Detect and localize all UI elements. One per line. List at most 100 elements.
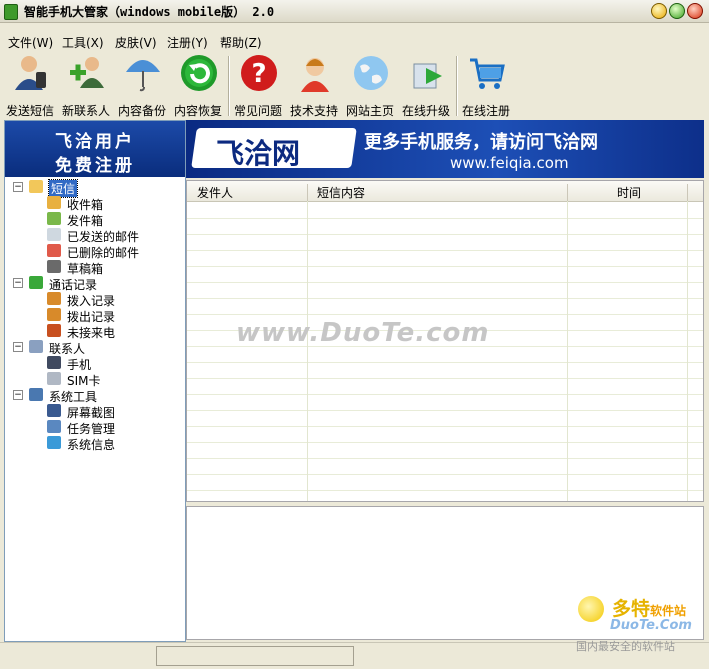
question-icon: ?: [241, 55, 277, 91]
table-row[interactable]: [187, 202, 703, 219]
umbrella-icon: [126, 60, 160, 92]
table-row[interactable]: [187, 442, 703, 459]
menu-help[interactable]: 帮助(Z): [220, 34, 262, 51]
table-row[interactable]: [187, 282, 703, 299]
screenshot-icon: [47, 404, 61, 417]
collapse-toggle[interactable]: −: [13, 278, 23, 288]
promo-line-2: 免费注册: [55, 156, 135, 176]
online-register-button[interactable]: 在线注册: [458, 52, 514, 118]
system-info-icon: [47, 436, 61, 449]
tree-node[interactable]: 系统信息: [5, 435, 185, 452]
collapse-toggle[interactable]: −: [13, 182, 23, 192]
collapse-toggle[interactable]: −: [13, 342, 23, 352]
table-row[interactable]: [187, 410, 703, 427]
tree-node[interactable]: 任务管理: [5, 419, 185, 436]
restore-icon: [181, 55, 217, 91]
banner-url: www.feiqia.com: [450, 154, 569, 172]
table-row[interactable]: [187, 346, 703, 363]
tree-node[interactable]: 屏幕截图: [5, 403, 185, 420]
backup-button[interactable]: 内容备份: [114, 52, 170, 118]
table-row[interactable]: [187, 266, 703, 283]
faq-button[interactable]: ? 常见问题: [230, 52, 286, 118]
sent-mail-icon: [47, 228, 61, 241]
grid-line: [567, 201, 568, 501]
grid-line: [687, 201, 688, 501]
corner-brand: 多特软件站: [612, 598, 687, 620]
tree-node[interactable]: SIM卡: [5, 371, 185, 388]
tree-node[interactable]: − 短信: [5, 179, 185, 198]
svg-text:?: ?: [251, 59, 266, 89]
feiqia-banner[interactable]: 飞洽网 更多手机服务，请访问飞洽网 www.feiqia.com: [186, 120, 704, 178]
phone-icon: [47, 356, 61, 369]
tree-node[interactable]: 手机: [5, 355, 185, 372]
tree-node[interactable]: 未接来电: [5, 323, 185, 340]
menu-register[interactable]: 注册(Y): [167, 34, 208, 51]
feiqia-logo-text: 飞洽网: [216, 137, 301, 170]
folder-icon: [29, 180, 43, 193]
free-register-banner[interactable]: 飞洽用户 免费注册: [5, 121, 185, 177]
bulb-icon: [578, 596, 604, 622]
menu-skin[interactable]: 皮肤(V): [115, 34, 157, 51]
inbox-icon: [47, 196, 61, 209]
tree-node[interactable]: − 联系人: [5, 339, 185, 356]
add-contact-icon: [70, 57, 104, 88]
tree-node[interactable]: 发件箱: [5, 211, 185, 228]
close-button[interactable]: [687, 3, 703, 19]
table-row[interactable]: [187, 298, 703, 315]
banner-slogan: 更多手机服务，请访问飞洽网: [364, 132, 598, 153]
column-time[interactable]: 时间: [617, 184, 641, 201]
sim-card-icon: [47, 372, 61, 385]
maximize-button[interactable]: [669, 3, 685, 19]
status-panel: [156, 646, 354, 666]
missed-call-icon: [47, 324, 61, 337]
table-row[interactable]: [187, 378, 703, 395]
promo-line-1: 飞洽用户: [55, 132, 135, 152]
support-icon: [301, 58, 329, 92]
table-row[interactable]: [187, 218, 703, 235]
new-contact-button[interactable]: 新联系人: [58, 52, 114, 118]
table-row[interactable]: [187, 474, 703, 491]
column-content[interactable]: 短信内容: [317, 184, 365, 201]
table-row[interactable]: [187, 234, 703, 251]
watermark: www.DuoTe.com: [236, 318, 490, 348]
outbox-icon: [47, 212, 61, 225]
grid-line: [307, 201, 308, 501]
table-row[interactable]: [187, 394, 703, 411]
title-bar: 智能手机大管家（windows mobile版） 2.0: [0, 0, 709, 23]
tree-node[interactable]: 已发送的邮件: [5, 227, 185, 244]
tree-node-label: 系统信息: [67, 438, 116, 452]
tree-node[interactable]: − 通话记录: [5, 275, 185, 292]
tree-node[interactable]: 收件箱: [5, 195, 185, 212]
toolbar: 发送短信 新联系人 内容备份 内容恢复 ? 常见问题 技术支持 网站主页 在线升…: [0, 52, 709, 118]
menu-file[interactable]: 文件(W): [8, 34, 53, 51]
column-sender[interactable]: 发件人: [197, 184, 233, 201]
user-sms-icon: [15, 56, 46, 90]
table-row[interactable]: [187, 426, 703, 443]
tree-node[interactable]: 草稿箱: [5, 259, 185, 276]
drafts-icon: [47, 260, 61, 273]
task-manager-icon: [47, 420, 61, 433]
corner-logo: 多特软件站 DuoTe.Com 国内最安全的软件站: [576, 594, 706, 653]
navigation-panel: 飞洽用户 免费注册 − 短信 收件箱 发件箱 已发送的邮件 已删除的邮件 草稿箱 − 通话记录拨…: [4, 120, 186, 642]
tree-node[interactable]: 拨出记录: [5, 307, 185, 324]
tech-support-button[interactable]: 技术支持: [286, 52, 342, 118]
menu-tools[interactable]: 工具(X): [62, 34, 104, 51]
tools-icon: [29, 388, 43, 401]
table-row[interactable]: [187, 362, 703, 379]
corner-site: DuoTe.Com: [610, 618, 692, 633]
table-row[interactable]: [187, 458, 703, 475]
deleted-mail-icon: [47, 244, 61, 257]
tree-node[interactable]: − 系统工具: [5, 387, 185, 404]
send-sms-button[interactable]: 发送短信: [2, 52, 58, 118]
table-row[interactable]: [187, 250, 703, 267]
restore-button[interactable]: 内容恢复: [170, 52, 226, 118]
collapse-toggle[interactable]: −: [13, 390, 23, 400]
globe-icon: [354, 56, 388, 90]
tree-node[interactable]: 已删除的邮件: [5, 243, 185, 260]
homepage-button[interactable]: 网站主页: [342, 52, 398, 118]
outgoing-call-icon: [47, 308, 61, 321]
corner-tagline: 国内最安全的软件站: [576, 640, 675, 653]
minimize-button[interactable]: [651, 3, 667, 19]
online-upgrade-button[interactable]: 在线升级: [398, 52, 454, 118]
tree-node[interactable]: 拨入记录: [5, 291, 185, 308]
